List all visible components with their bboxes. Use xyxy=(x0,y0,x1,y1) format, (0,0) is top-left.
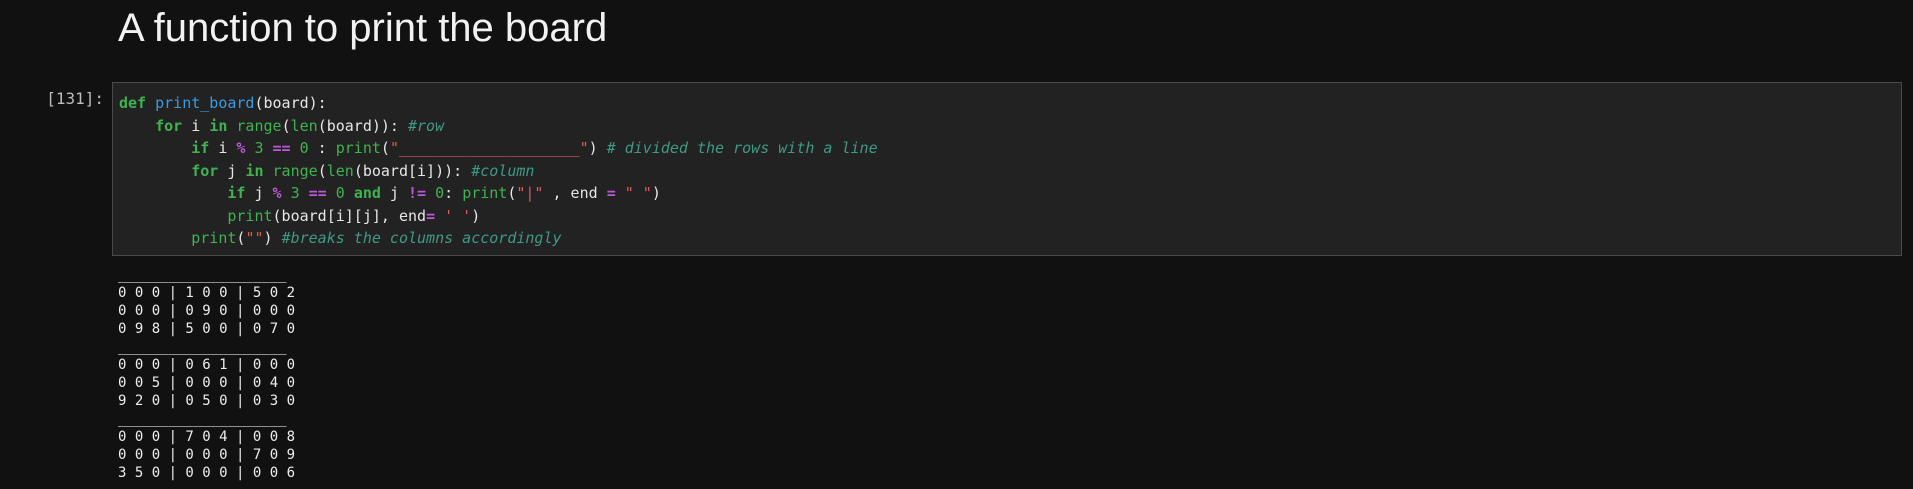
code-line[interactable]: print(board[i][j], end= ' ') xyxy=(119,205,1901,228)
output-row: 0 0 0 | 7 0 4 | 0 0 8 xyxy=(118,429,296,445)
output-row: 0 0 0 | 0 6 1 | 0 0 0 xyxy=(118,357,296,373)
markdown-heading: A function to print the board xyxy=(118,6,608,50)
code-line[interactable]: for j in range(len(board[i])): #column xyxy=(119,160,1901,183)
output-row: 0 0 0 | 0 9 0 | 0 0 0 xyxy=(118,303,296,319)
output-separator: ____________________ xyxy=(118,339,287,355)
output-separator: ____________________ xyxy=(118,267,287,283)
output-row: 0 0 5 | 0 0 0 | 0 4 0 xyxy=(118,375,296,391)
output-row: 3 5 0 | 0 0 0 | 0 0 6 xyxy=(118,465,296,481)
code-line[interactable]: for i in range(len(board)): #row xyxy=(119,115,1901,138)
output-row: 0 0 0 | 0 0 0 | 7 0 9 xyxy=(118,447,296,463)
output-row: 9 2 0 | 0 5 0 | 0 3 0 xyxy=(118,393,296,409)
code-line[interactable]: if j % 3 == 0 and j != 0: print("|" , en… xyxy=(119,182,1901,205)
code-cell-editor[interactable]: def print_board(board): for i in range(l… xyxy=(112,82,1902,256)
code-line[interactable]: print("") #breaks the columns accordingl… xyxy=(119,227,1901,250)
cell-output: ____________________ 0 0 0 | 1 0 0 | 5 0… xyxy=(118,266,518,482)
output-row: 0 9 8 | 5 0 0 | 0 7 0 xyxy=(118,321,296,337)
code-line[interactable]: def print_board(board): xyxy=(119,92,1901,115)
code-line[interactable]: if i % 3 == 0 : print("_________________… xyxy=(119,137,1901,160)
cell-execution-count: [131]: xyxy=(46,89,104,108)
output-separator: ____________________ xyxy=(118,411,287,427)
notebook-page: A function to print the board [131]: def… xyxy=(0,0,1913,489)
output-row: 0 0 0 | 1 0 0 | 5 0 2 xyxy=(118,285,296,301)
